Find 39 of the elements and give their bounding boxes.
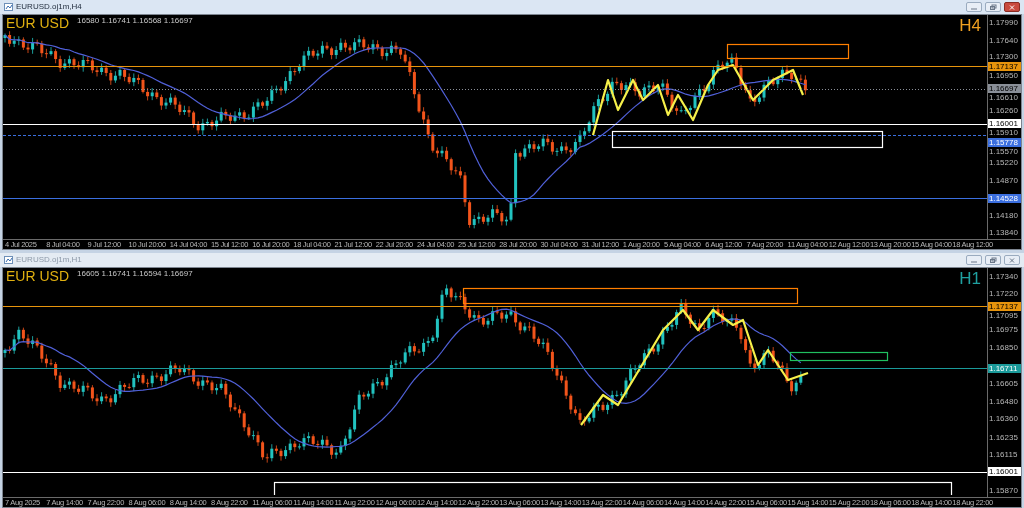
ohlc-values: 16605 1.16741 1.16594 1.16697 bbox=[77, 270, 193, 278]
timeframe-label: H4 bbox=[959, 17, 981, 34]
price-tick-label: 1.17990 bbox=[989, 19, 1018, 28]
price-tick-label: 1.16480 bbox=[989, 397, 1018, 406]
price-tick-label: 1.16605 bbox=[989, 379, 1018, 388]
window-title: EURUSD.oj1m,H4 bbox=[16, 1, 82, 13]
price-tick-label: 1.16115 bbox=[989, 451, 1018, 459]
price-tag: 1.16711 bbox=[988, 363, 1021, 373]
price-tag: 1.17137 bbox=[988, 61, 1021, 71]
price-tick-label: 1.16850 bbox=[989, 343, 1018, 352]
price-tick-label: 1.16975 bbox=[989, 325, 1018, 334]
price-tick-label: 1.16360 bbox=[989, 415, 1018, 424]
ohlc-values: 16580 1.16741 1.16568 1.16697 bbox=[77, 17, 193, 25]
price-tick-label: 1.15570 bbox=[989, 148, 1018, 157]
price-tag: 1.16001 bbox=[988, 467, 1021, 477]
price-tick-label: 1.15870 bbox=[989, 486, 1018, 495]
price-tag: 1.16001 bbox=[988, 119, 1021, 129]
price-tick-label: 1.14870 bbox=[989, 176, 1018, 185]
price-tick-label: 1.16610 bbox=[989, 94, 1018, 103]
price-tick-label: 1.17300 bbox=[989, 52, 1018, 61]
window-title: EURUSD.oj1m,H1 bbox=[16, 254, 82, 266]
price-tick-label: 1.15910 bbox=[989, 129, 1018, 138]
price-tick-label: 1.13840 bbox=[989, 228, 1018, 237]
price-tick-label: 1.14180 bbox=[989, 211, 1018, 220]
price-tick-label: 1.17220 bbox=[989, 290, 1018, 299]
price-tick-label: 1.16950 bbox=[989, 71, 1018, 80]
price-tick-label: 1.16260 bbox=[989, 106, 1018, 115]
price-tick-label: 1.17340 bbox=[989, 272, 1018, 281]
timeframe-label: H1 bbox=[959, 270, 981, 287]
price-tag: 1.15778 bbox=[988, 138, 1021, 148]
price-tick-label: 1.17095 bbox=[989, 311, 1018, 320]
price-tick-label: 1.15220 bbox=[989, 159, 1018, 168]
price-tick-label: 1.16235 bbox=[989, 433, 1018, 442]
price-tag: 1.14528 bbox=[988, 193, 1021, 203]
price-tag: 1.16697 bbox=[988, 84, 1021, 94]
price-tag: 1.17137 bbox=[988, 301, 1021, 311]
symbol-label: EUR USD bbox=[6, 16, 69, 30]
price-tick-label: 1.17640 bbox=[989, 37, 1018, 46]
symbol-label: EUR USD bbox=[6, 269, 69, 283]
